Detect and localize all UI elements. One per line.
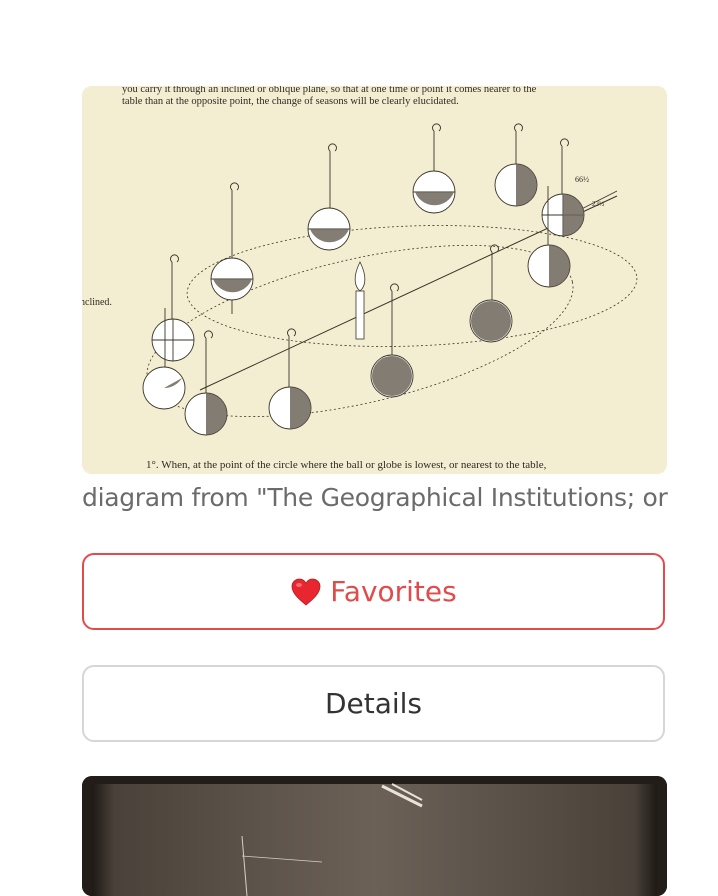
image-caption: diagram from "The Geographical Instituti…: [82, 483, 668, 512]
favorites-button[interactable]: Favorites: [82, 553, 665, 630]
seasons-diagram: you carry it through an inclined or obli…: [82, 86, 667, 474]
photo-image[interactable]: [82, 776, 667, 896]
diagram-text-bottom: 1°. When, at the point of the circle whe…: [146, 459, 547, 471]
diagram-image[interactable]: you carry it through an inclined or obli…: [82, 86, 667, 474]
details-label: Details: [324, 687, 423, 720]
diagram-text-top-2: table than at the opposite point, the ch…: [122, 96, 459, 107]
heart-icon: [290, 577, 322, 607]
details-button[interactable]: Details: [82, 665, 665, 742]
diagram-text-top-1: you carry it through an inclined or obli…: [122, 86, 537, 95]
angle-label-2: 23½: [592, 200, 604, 208]
angle-label-1: 66½: [575, 175, 589, 184]
photo-thumbnail: [82, 776, 667, 896]
diagram-margin-word: nclined.: [82, 297, 112, 308]
favorites-label: Favorites: [330, 575, 457, 608]
candle-icon: [354, 261, 366, 340]
